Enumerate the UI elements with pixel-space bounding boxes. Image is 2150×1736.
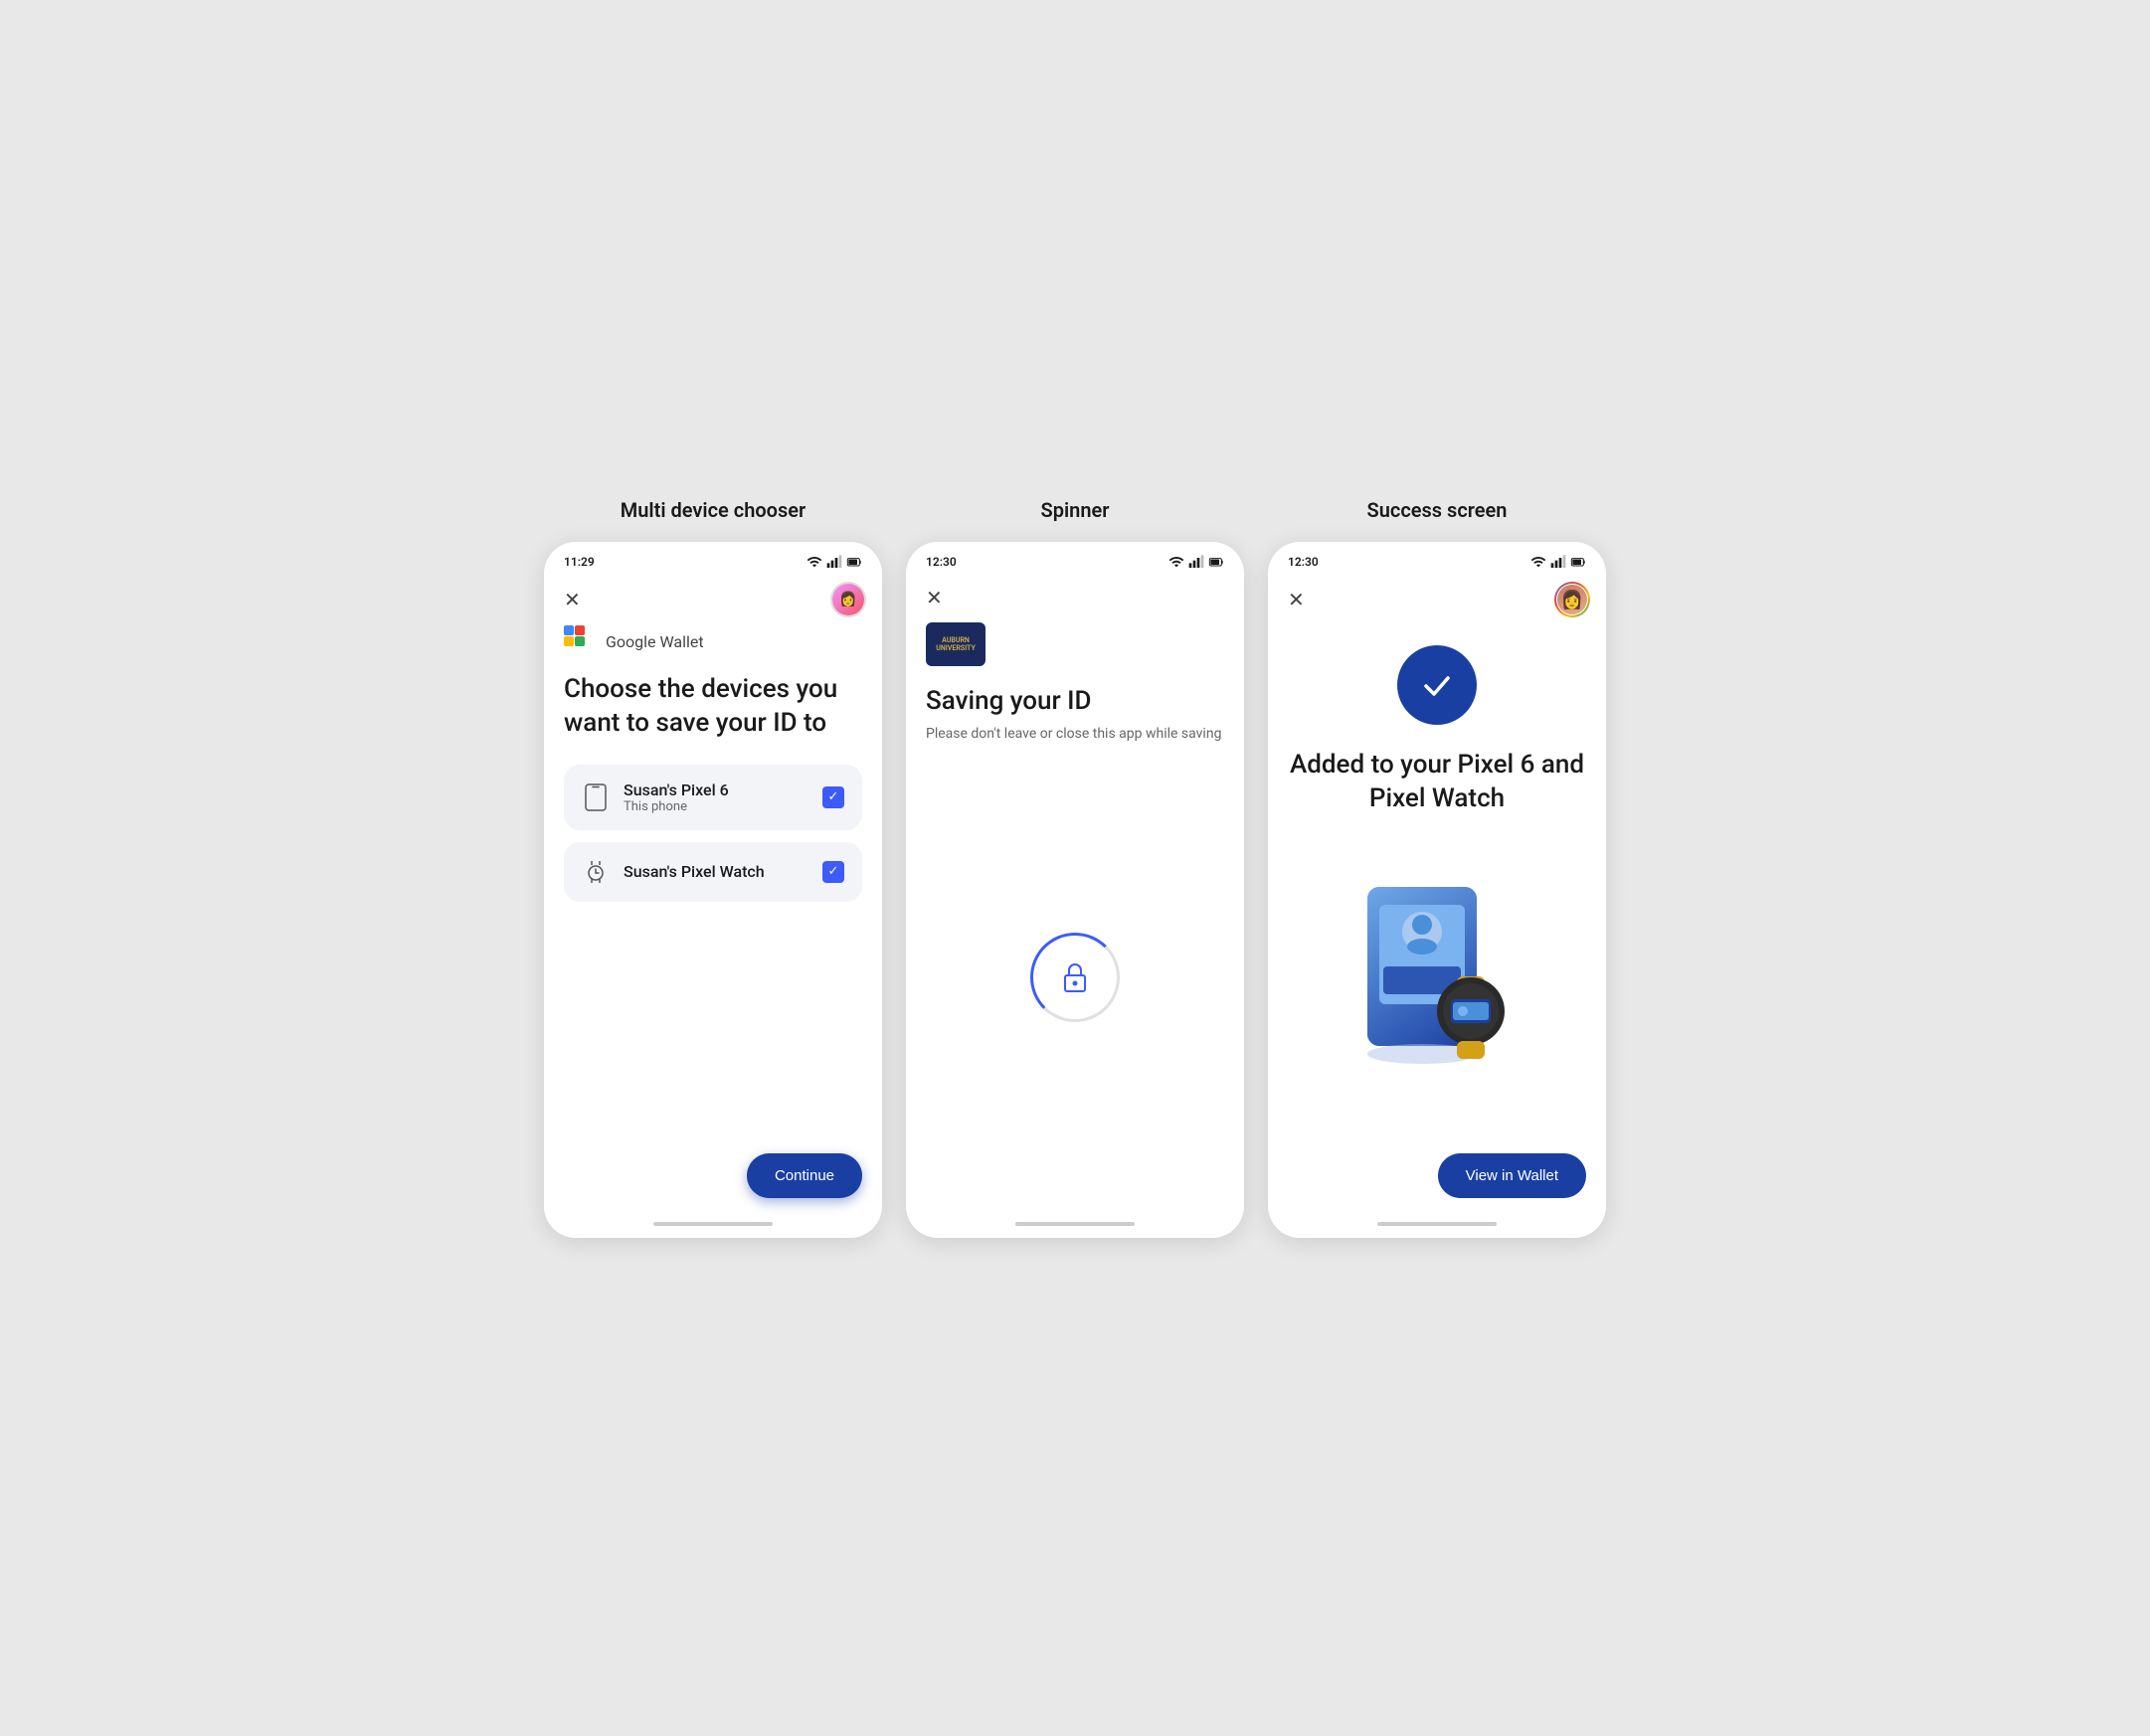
phone-device-icon — [582, 783, 610, 811]
status-icons-2 — [1168, 554, 1224, 570]
screen3-content: Added to your Pixel 6 and Pixel Watch — [1268, 625, 1606, 1222]
top-bar-1: ✕ 👩 — [544, 574, 882, 625]
continue-button[interactable]: Continue — [747, 1153, 862, 1198]
screen3-wrapper: Success screen 12:30 ✕ 👩 — [1268, 498, 1606, 1238]
close-button-3[interactable]: ✕ — [1284, 584, 1309, 616]
checkbox-pixel6[interactable]: ✓ — [822, 786, 844, 808]
google-wallet-icon — [564, 625, 596, 657]
spinner-area — [926, 791, 1224, 1222]
battery-icon-2 — [1208, 554, 1224, 570]
close-button-2[interactable]: ✕ — [922, 582, 947, 614]
status-bar-1: 11:29 — [544, 542, 882, 574]
screen1-wrapper: Multi device chooser 11:29 ✕ 👩 — [544, 498, 882, 1238]
home-indicator-3 — [1377, 1222, 1497, 1226]
screens-container: Multi device chooser 11:29 ✕ 👩 — [544, 498, 1606, 1238]
status-bar-3: 12:30 — [1268, 542, 1606, 574]
phone-frame-2: 12:30 ✕ AUBURN UNIVERSITY — [906, 542, 1244, 1238]
device-info-watch: Susan's Pixel Watch — [624, 862, 822, 881]
screen2-wrapper: Spinner 12:30 ✕ AUBURN — [906, 498, 1244, 1238]
wallet-name: Google Wallet — [606, 632, 704, 651]
college-logo: AUBURN UNIVERSITY — [926, 622, 985, 666]
avatar-1: 👩 — [830, 582, 866, 617]
continue-area: Continue — [564, 1137, 862, 1222]
home-indicator-2 — [1015, 1222, 1135, 1226]
illustration-area — [1288, 836, 1586, 1137]
close-button-1[interactable]: ✕ — [560, 584, 585, 616]
screen2-title: Spinner — [1041, 498, 1110, 522]
lock-icon — [1057, 959, 1093, 995]
signal-icon-1 — [826, 554, 842, 570]
screen1-title: Multi device chooser — [621, 498, 806, 522]
phone-watch-illustration — [1328, 867, 1546, 1086]
battery-icon-3 — [1570, 554, 1586, 570]
device-sub-pixel6: This phone — [624, 799, 822, 814]
college-logo-text: AUBURN UNIVERSITY — [936, 636, 976, 653]
screen1-content: Google Wallet Choose the devices you wan… — [544, 625, 882, 1222]
success-check-icon — [1397, 645, 1477, 725]
status-icons-1 — [806, 554, 862, 570]
status-time-1: 11:29 — [564, 555, 595, 569]
phone-frame-3: 12:30 ✕ 👩 — [1268, 542, 1606, 1238]
checkmark-svg — [1418, 666, 1456, 704]
success-heading: Added to your Pixel 6 and Pixel Watch — [1288, 749, 1586, 816]
battery-icon-1 — [846, 554, 862, 570]
home-indicator-1 — [653, 1222, 773, 1226]
signal-icon-2 — [1188, 554, 1204, 570]
avatar-img-1: 👩 — [832, 584, 864, 615]
status-icons-3 — [1530, 554, 1586, 570]
device-info-pixel6: Susan's Pixel 6 This phone — [624, 781, 822, 814]
saving-sub: Please don't leave or close this app whi… — [926, 726, 1224, 742]
spinner-circle — [1030, 933, 1120, 1022]
status-time-3: 12:30 — [1288, 555, 1319, 569]
wifi-icon-2 — [1168, 554, 1184, 570]
screen3-title: Success screen — [1367, 498, 1508, 522]
signal-icon-3 — [1550, 554, 1566, 570]
view-wallet-button[interactable]: View in Wallet — [1438, 1153, 1586, 1198]
saving-heading: Saving your ID — [926, 686, 1224, 716]
avatar-face-3: 👩 — [1557, 585, 1587, 614]
checkbox-watch[interactable]: ✓ — [822, 861, 844, 883]
top-bar-3: ✕ 👩 — [1268, 574, 1606, 625]
status-time-2: 12:30 — [926, 555, 957, 569]
wifi-icon-3 — [1530, 554, 1546, 570]
top-bar-2: ✕ — [906, 574, 1244, 622]
device-item-watch[interactable]: Susan's Pixel Watch ✓ — [564, 842, 862, 902]
view-wallet-area: View in Wallet — [1288, 1137, 1586, 1222]
wifi-icon-1 — [806, 554, 822, 570]
screen2-content: AUBURN UNIVERSITY Saving your ID Please … — [906, 622, 1244, 1222]
phone-frame-1: 11:29 ✕ 👩 — [544, 542, 882, 1238]
watch-device-icon — [582, 858, 610, 886]
wallet-header: Google Wallet — [564, 625, 862, 657]
main-heading-1: Choose the devices you want to save your… — [564, 673, 862, 741]
device-name-watch: Susan's Pixel Watch — [624, 862, 822, 881]
device-item-pixel6[interactable]: Susan's Pixel 6 This phone ✓ — [564, 765, 862, 830]
avatar-3: 👩 — [1554, 582, 1590, 617]
device-name-pixel6: Susan's Pixel 6 — [624, 781, 822, 799]
status-bar-2: 12:30 — [906, 542, 1244, 574]
